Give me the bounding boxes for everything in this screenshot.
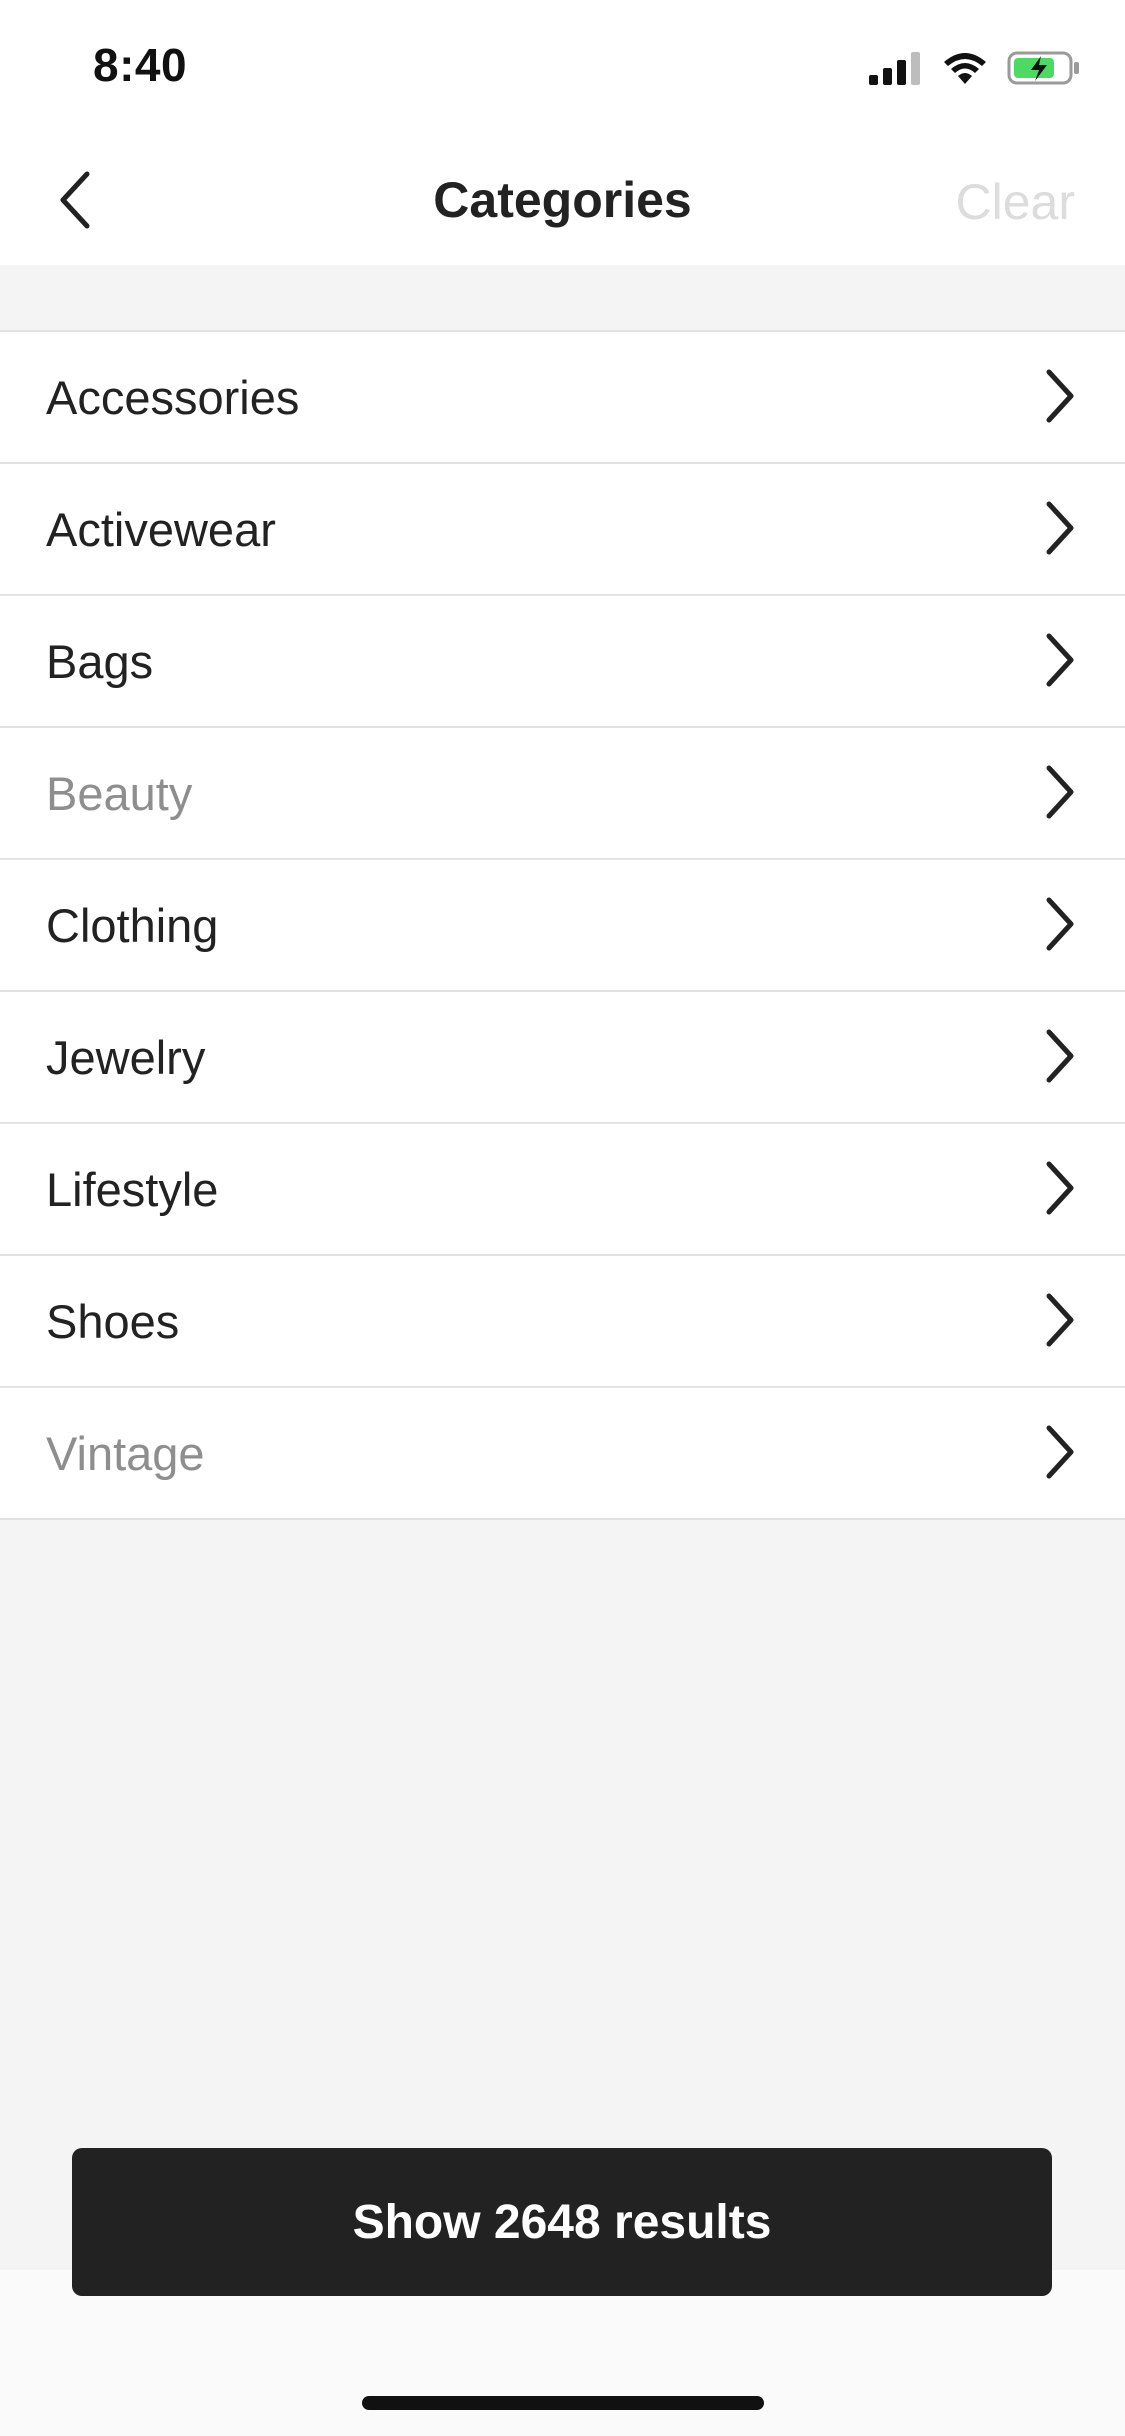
category-row-shoes[interactable]: Shoes bbox=[0, 1256, 1125, 1388]
chevron-right-icon bbox=[1046, 1029, 1074, 1083]
category-row-vintage[interactable]: Vintage bbox=[0, 1388, 1125, 1520]
category-row-accessories[interactable]: Accessories bbox=[0, 332, 1125, 464]
chevron-right-icon bbox=[1046, 501, 1074, 555]
category-label: Beauty bbox=[46, 766, 193, 820]
chevron-right-icon bbox=[1046, 1161, 1074, 1215]
chevron-right-icon bbox=[1046, 633, 1074, 687]
category-row-clothing[interactable]: Clothing bbox=[0, 860, 1125, 992]
nav-bar: Categories Clear bbox=[0, 135, 1125, 265]
chevron-right-icon bbox=[1046, 369, 1074, 423]
category-label: Vintage bbox=[46, 1426, 205, 1480]
category-label: Shoes bbox=[46, 1294, 180, 1348]
category-row-lifestyle[interactable]: Lifestyle bbox=[0, 1124, 1125, 1256]
clear-button[interactable]: Clear bbox=[956, 173, 1075, 231]
battery-charging-icon bbox=[1007, 51, 1079, 85]
category-label: Bags bbox=[46, 634, 154, 688]
wifi-icon bbox=[944, 53, 986, 84]
category-row-jewelry[interactable]: Jewelry bbox=[0, 992, 1125, 1124]
status-bar: 8:40 bbox=[0, 0, 1125, 135]
category-label: Lifestyle bbox=[46, 1162, 219, 1216]
category-label: Accessories bbox=[46, 370, 300, 424]
home-indicator bbox=[362, 2396, 764, 2410]
cellular-signal-icon bbox=[869, 52, 920, 85]
category-list: Accessories Activewear Bags Beauty Cloth… bbox=[0, 330, 1125, 1520]
category-label: Clothing bbox=[46, 898, 219, 952]
chevron-right-icon bbox=[1046, 1425, 1074, 1479]
category-label: Activewear bbox=[46, 502, 276, 556]
category-row-beauty[interactable]: Beauty bbox=[0, 728, 1125, 860]
chevron-right-icon bbox=[1046, 765, 1074, 819]
category-row-activewear[interactable]: Activewear bbox=[0, 464, 1125, 596]
status-time: 8:40 bbox=[93, 39, 188, 91]
show-results-button[interactable]: Show 2648 results bbox=[72, 2148, 1052, 2296]
chevron-right-icon bbox=[1046, 897, 1074, 951]
category-label: Jewelry bbox=[46, 1030, 206, 1084]
category-row-bags[interactable]: Bags bbox=[0, 596, 1125, 728]
chevron-right-icon bbox=[1046, 1293, 1074, 1347]
status-icons bbox=[869, 48, 1081, 88]
